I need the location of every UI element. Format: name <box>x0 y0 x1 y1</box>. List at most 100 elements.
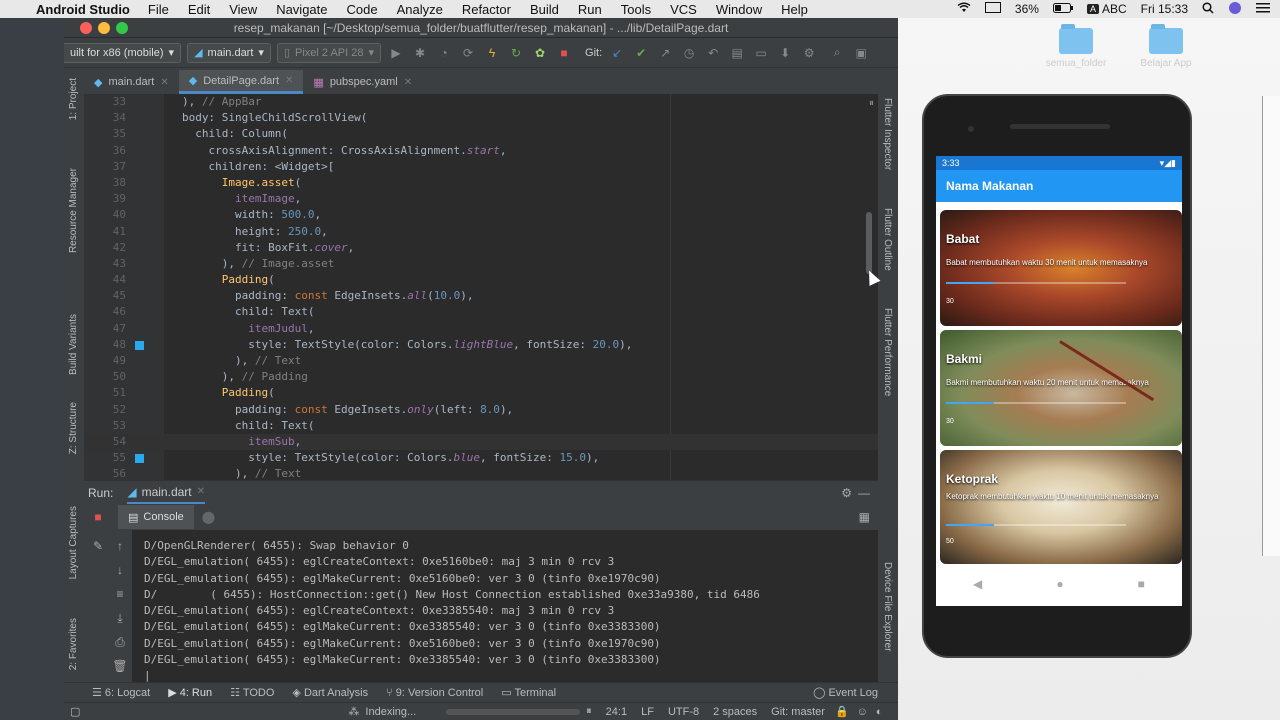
wifi-icon[interactable] <box>957 2 971 16</box>
menu-help[interactable]: Help <box>781 2 808 17</box>
dart-devtools-icon[interactable]: ⬤ <box>202 510 215 524</box>
menu-vcs[interactable]: VCS <box>670 2 697 17</box>
code-line[interactable]: 37 children: <Widget>[ <box>84 159 878 175</box>
tool-flutter-outline[interactable]: Flutter Outline <box>882 208 893 271</box>
tool-flutter-inspector[interactable]: Flutter Inspector <box>882 98 893 170</box>
code-line[interactable]: 40 width: 500.0, <box>84 207 878 223</box>
food-card-ketoprak[interactable]: Ketoprak Ketoprak membutuhkan waktu 10 m… <box>940 450 1182 564</box>
tab-pubspec-yaml[interactable]: ▦ pubspec.yaml ✕ <box>303 70 422 94</box>
desktop-folder-semua-folder[interactable]: semua_folder <box>1036 24 1116 69</box>
attach-icon[interactable]: ⟳ <box>459 44 477 62</box>
stop-icon[interactable]: ■ <box>555 44 573 62</box>
search-everywhere-icon[interactable]: ⌕ <box>828 44 846 62</box>
menu-edit[interactable]: Edit <box>188 2 210 17</box>
tool-terminal[interactable]: ▭ Terminal <box>501 686 556 699</box>
git-update-icon[interactable]: ↙ <box>608 44 626 62</box>
indexing-status[interactable]: Indexing... <box>365 706 416 718</box>
tool-favorites[interactable]: 2: Favorites <box>68 618 79 670</box>
pause-icon[interactable]: ⏸ <box>869 98 874 109</box>
food-card-bakmi[interactable]: Bakmi Bakmi membutuhkan waktu 20 menit u… <box>940 330 1182 446</box>
code-line[interactable]: 50 ), // Padding <box>84 369 878 385</box>
code-line[interactable]: 42 fit: BoxFit.cover, <box>84 240 878 256</box>
line-separator[interactable]: LF <box>641 706 654 718</box>
tool-layout-captures[interactable]: Layout Captures <box>68 506 79 579</box>
hot-restart-icon[interactable]: ↻ <box>507 44 525 62</box>
menu-analyze[interactable]: Analyze <box>397 2 443 17</box>
inspector-icon[interactable]: ☺ <box>857 706 868 718</box>
menu-build[interactable]: Build <box>530 2 559 17</box>
scroll-down-icon[interactable]: ↓ <box>112 562 128 578</box>
menu-code[interactable]: Code <box>347 2 378 17</box>
git-history-icon[interactable]: ◷ <box>680 44 698 62</box>
battery-percent[interactable]: 36% <box>1015 2 1039 16</box>
tab-main-dart[interactable]: ◆ main.dart ✕ <box>84 70 179 94</box>
memory-indicator-icon[interactable]: ◐ <box>876 706 883 718</box>
menu-tools[interactable]: Tools <box>621 2 651 17</box>
build-config-select[interactable]: uilt for x86 (mobile) ▾ <box>64 42 182 63</box>
tool-event-log[interactable]: ◯ Event Log <box>813 686 878 699</box>
clear-all-icon[interactable]: 🗑 <box>112 658 128 674</box>
code-line[interactable]: 48 style: TextStyle(color: Colors.lightB… <box>84 337 878 353</box>
tool-device-file-explorer[interactable]: Device File Explorer <box>882 562 893 651</box>
code-line[interactable]: 54 itemSub, <box>84 433 878 451</box>
toggle-tool-windows-icon[interactable]: ▢ <box>70 705 80 718</box>
code-line[interactable]: 56 ), // Text <box>84 466 878 480</box>
notification-center-icon[interactable] <box>1256 2 1270 17</box>
hide-panel-icon[interactable]: — <box>858 486 870 500</box>
code-line[interactable]: 47 itemJudul, <box>84 321 878 337</box>
pause-indexing-icon[interactable]: ⏸ <box>586 705 592 718</box>
hot-reload-icon[interactable]: ϟ <box>483 44 501 62</box>
scroll-up-icon[interactable]: ↑ <box>112 538 128 554</box>
menu-view[interactable]: View <box>229 2 257 17</box>
menu-file[interactable]: File <box>148 2 169 17</box>
code-line[interactable]: 55 style: TextStyle(color: Colors.blue, … <box>84 450 878 466</box>
run-icon[interactable]: ▶ <box>387 44 405 62</box>
menu-navigate[interactable]: Navigate <box>276 2 327 17</box>
file-encoding[interactable]: UTF-8 <box>668 706 699 718</box>
print-icon[interactable]: ⎙ <box>112 634 128 650</box>
screen-share-icon[interactable] <box>984 2 1001 16</box>
tool-project[interactable]: 1: Project <box>68 78 79 120</box>
sdk-manager-icon[interactable]: ⬇ <box>776 44 794 62</box>
profile-icon[interactable]: ◔ <box>435 44 453 62</box>
code-line[interactable]: 52 padding: const EdgeInsets.only(left: … <box>84 402 878 418</box>
close-tab-icon[interactable]: ✕ <box>285 75 293 86</box>
scroll-to-end-icon[interactable]: ⤓ <box>112 610 128 626</box>
code-line[interactable]: 43 ), // Image.asset <box>84 256 878 272</box>
close-tab-icon[interactable]: ✕ <box>160 77 168 88</box>
code-line[interactable]: 41 height: 250.0, <box>84 224 878 240</box>
code-editor[interactable]: 33), // AppBar 34 body: SingleChildScrollV… <box>84 94 878 480</box>
code-line[interactable]: 44 Padding( <box>84 272 878 288</box>
tool-resource-manager[interactable]: Resource Manager <box>68 168 79 253</box>
back-icon[interactable]: ◀ <box>973 577 982 591</box>
code-line[interactable]: 46 child: Text( <box>84 304 878 320</box>
recents-icon[interactable]: ■ <box>1138 577 1145 591</box>
clock[interactable]: Fri 15:33 <box>1141 2 1188 16</box>
layout-options-icon[interactable]: ▦ <box>859 510 870 524</box>
menu-run[interactable]: Run <box>578 2 602 17</box>
color-swatch-icon[interactable] <box>135 340 144 350</box>
background-tasks-icon[interactable]: ⁂ <box>348 705 359 718</box>
tool-dart-analysis[interactable]: ◈ Dart Analysis <box>292 686 368 699</box>
desktop-folder-belajar-app[interactable]: Belajar App <box>1126 24 1206 69</box>
menu-window[interactable]: Window <box>716 2 762 17</box>
code-line[interactable]: 38 Image.asset( <box>84 175 878 191</box>
code-line[interactable]: 53 child: Text( <box>84 418 878 434</box>
git-branch[interactable]: Git: master <box>771 706 825 718</box>
tool-logcat[interactable]: ☰ 6: Logcat <box>92 686 150 699</box>
pin-icon[interactable]: ✎ <box>90 538 106 554</box>
indent-setting[interactable]: 2 spaces <box>713 706 757 718</box>
device-select[interactable]: ▯ Pixel 2 API 28 ▾ <box>276 42 382 63</box>
tool-run[interactable]: ▶ 4: Run <box>168 686 212 699</box>
close-tab-icon[interactable]: ✕ <box>197 486 205 497</box>
code-line[interactable]: 34 body: SingleChildScrollView( <box>84 110 878 126</box>
code-line[interactable]: 35 child: Column( <box>84 126 878 142</box>
layout-inspector-icon[interactable]: ⚙ <box>800 44 818 62</box>
code-line[interactable]: 45 padding: const EdgeInsets.all(10.0), <box>84 288 878 304</box>
battery-icon[interactable] <box>1052 2 1073 16</box>
lock-icon[interactable]: 🔒 <box>835 705 849 718</box>
git-rollback-icon[interactable]: ↶ <box>704 44 722 62</box>
code-line[interactable]: 36 crossAxisAlignment: CrossAxisAlignmen… <box>84 143 878 159</box>
tool-flutter-performance[interactable]: Flutter Performance <box>882 308 893 396</box>
code-line[interactable]: 49 ), // Text <box>84 353 878 369</box>
